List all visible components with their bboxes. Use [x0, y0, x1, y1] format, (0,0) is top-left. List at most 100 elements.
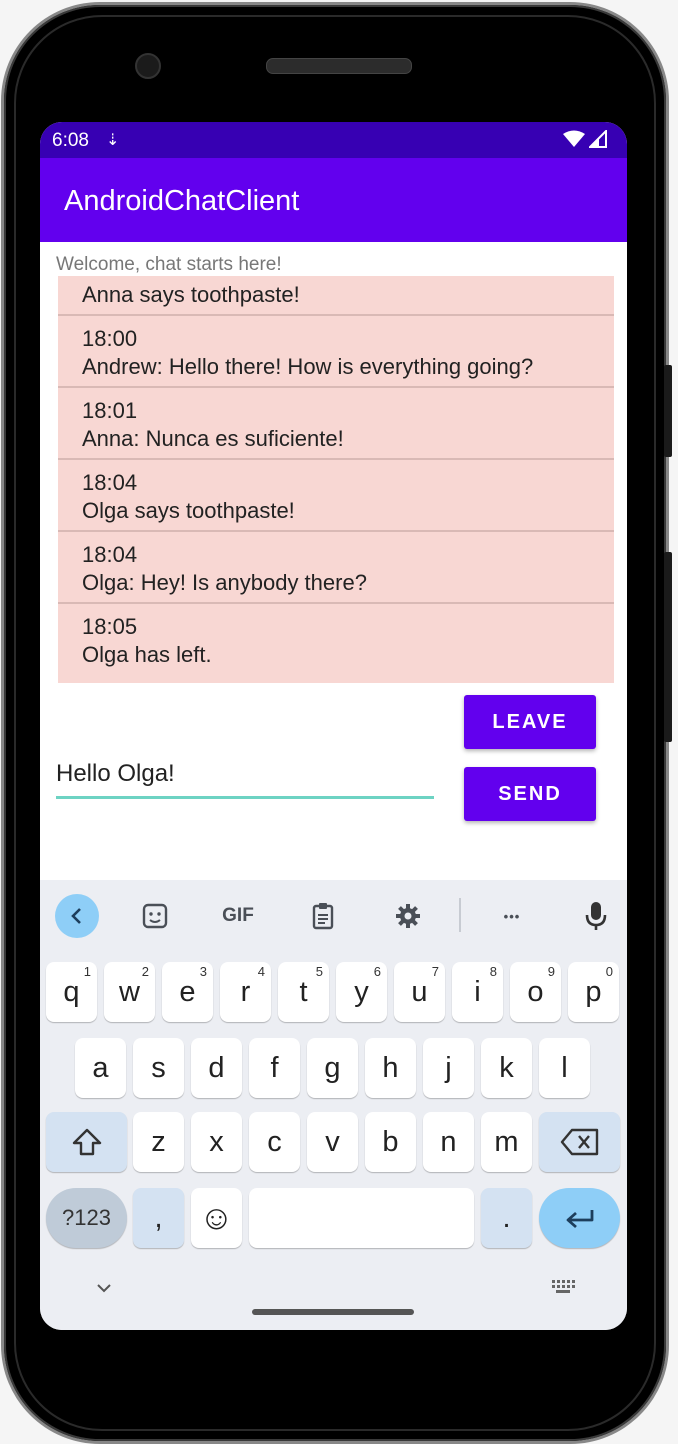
settings-button[interactable] [386, 894, 430, 938]
key-b[interactable]: b [365, 1112, 416, 1172]
key-label: o [527, 975, 544, 1008]
key-label: x [209, 1125, 224, 1158]
earpiece-speaker [266, 58, 412, 74]
hide-keyboard-button[interactable] [92, 1276, 116, 1300]
emoji-key[interactable]: ☺ [191, 1188, 242, 1248]
message-time: 18:04 [82, 470, 138, 495]
soft-keyboard: GIF ••• q1 w2 e3 r4 t5 y6 u7 i8 o9 p0 a … [40, 880, 627, 1330]
key-hint: 1 [83, 964, 91, 979]
key-hint: 2 [141, 964, 149, 979]
key-label: h [382, 1051, 399, 1084]
gif-button[interactable]: GIF [216, 894, 260, 938]
message-time: 18:01 [82, 398, 138, 423]
key-hint: 3 [199, 964, 207, 979]
key-d[interactable]: d [191, 1038, 242, 1098]
key-label: y [354, 975, 369, 1008]
key-n[interactable]: n [423, 1112, 474, 1172]
key-hint: 7 [431, 964, 439, 979]
key-s[interactable]: s [133, 1038, 184, 1098]
message-input[interactable]: Hello Olga! [56, 760, 434, 799]
key-m[interactable]: m [481, 1112, 532, 1172]
key-label: j [445, 1051, 452, 1084]
key-j[interactable]: j [423, 1038, 474, 1098]
key-label: u [411, 975, 428, 1008]
voice-input-button[interactable] [574, 894, 618, 938]
welcome-text: Welcome, chat starts here! [56, 254, 282, 275]
enter-key[interactable] [539, 1188, 620, 1248]
key-label: c [267, 1125, 282, 1158]
key-q[interactable]: q1 [46, 962, 97, 1022]
key-g[interactable]: g [307, 1038, 358, 1098]
space-key[interactable] [249, 1188, 474, 1248]
message-text: Olga: Hey! Is anybody there? [82, 570, 367, 595]
app-bar: AndroidChatClient [40, 158, 627, 242]
key-label: v [325, 1125, 340, 1158]
clipboard-button[interactable] [301, 894, 345, 938]
message-time: 18:05 [82, 614, 138, 639]
key-r[interactable]: r4 [220, 962, 271, 1022]
key-label: r [240, 975, 251, 1008]
key-label: , [154, 1201, 163, 1234]
sticker-button[interactable] [133, 894, 177, 938]
more-button[interactable]: ••• [490, 894, 534, 938]
clipboard-icon [312, 903, 334, 930]
key-h[interactable]: h [365, 1038, 416, 1098]
keyboard-icon [552, 1280, 575, 1293]
key-f[interactable]: f [249, 1038, 300, 1098]
shift-icon [72, 1128, 101, 1156]
message-text: Olga says toothpaste! [82, 498, 295, 523]
key-u[interactable]: u7 [394, 962, 445, 1022]
key-z[interactable]: z [133, 1112, 184, 1172]
key-y[interactable]: y6 [336, 962, 387, 1022]
key-e[interactable]: e3 [162, 962, 213, 1022]
list-item: 18:00 Andrew: Hello there! How is everyt… [58, 316, 614, 388]
key-label: z [151, 1125, 166, 1158]
key-hint: 6 [373, 964, 381, 979]
message-list[interactable]: Anna says toothpaste! 18:00 Andrew: Hell… [58, 276, 614, 683]
key-k[interactable]: k [481, 1038, 532, 1098]
wifi-icon [562, 130, 585, 147]
collapse-toolbar-button[interactable] [55, 894, 99, 938]
key-i[interactable]: i8 [452, 962, 503, 1022]
key-t[interactable]: t5 [278, 962, 329, 1022]
key-w[interactable]: w2 [104, 962, 155, 1022]
key-x[interactable]: x [191, 1112, 242, 1172]
backspace-icon [560, 1128, 598, 1156]
status-icons [562, 128, 607, 153]
key-l[interactable]: l [539, 1038, 590, 1098]
leave-button[interactable]: LEAVE [464, 695, 596, 749]
key-c[interactable]: c [249, 1112, 300, 1172]
switch-keyboard-button[interactable] [550, 1278, 576, 1298]
key-label: . [502, 1201, 511, 1234]
period-key[interactable]: . [481, 1188, 532, 1248]
key-label: a [92, 1051, 109, 1084]
symbols-key[interactable]: ?123 [46, 1188, 127, 1248]
message-time: 18:00 [82, 326, 138, 351]
list-item: Anna says toothpaste! [58, 276, 614, 316]
shift-key[interactable] [46, 1112, 127, 1172]
key-label: m [494, 1125, 519, 1158]
key-label: e [179, 975, 196, 1008]
key-label: s [151, 1051, 166, 1084]
keyboard-toolbar: GIF ••• [40, 880, 627, 948]
download-icon: ⇣ [106, 132, 120, 149]
key-o[interactable]: o9 [510, 962, 561, 1022]
key-a[interactable]: a [75, 1038, 126, 1098]
send-button[interactable]: SEND [464, 767, 596, 821]
list-item: 18:04 Olga: Hey! Is anybody there? [58, 532, 614, 604]
more-label: ••• [503, 908, 521, 924]
key-v[interactable]: v [307, 1112, 358, 1172]
message-text: Anna says toothpaste! [82, 282, 300, 307]
key-hint: 4 [257, 964, 265, 979]
message-text: Andrew: Hello there! How is everything g… [82, 354, 534, 379]
key-hint: 8 [489, 964, 497, 979]
front-camera [135, 53, 161, 79]
key-p[interactable]: p0 [568, 962, 619, 1022]
toolbar-divider [459, 898, 461, 932]
key-label: i [474, 975, 481, 1008]
home-gesture-handle[interactable] [252, 1309, 414, 1315]
emoji-icon: ☺ [199, 1198, 234, 1237]
comma-key[interactable]: , [133, 1188, 184, 1248]
backspace-key[interactable] [539, 1112, 620, 1172]
chevron-down-icon [97, 1284, 111, 1293]
